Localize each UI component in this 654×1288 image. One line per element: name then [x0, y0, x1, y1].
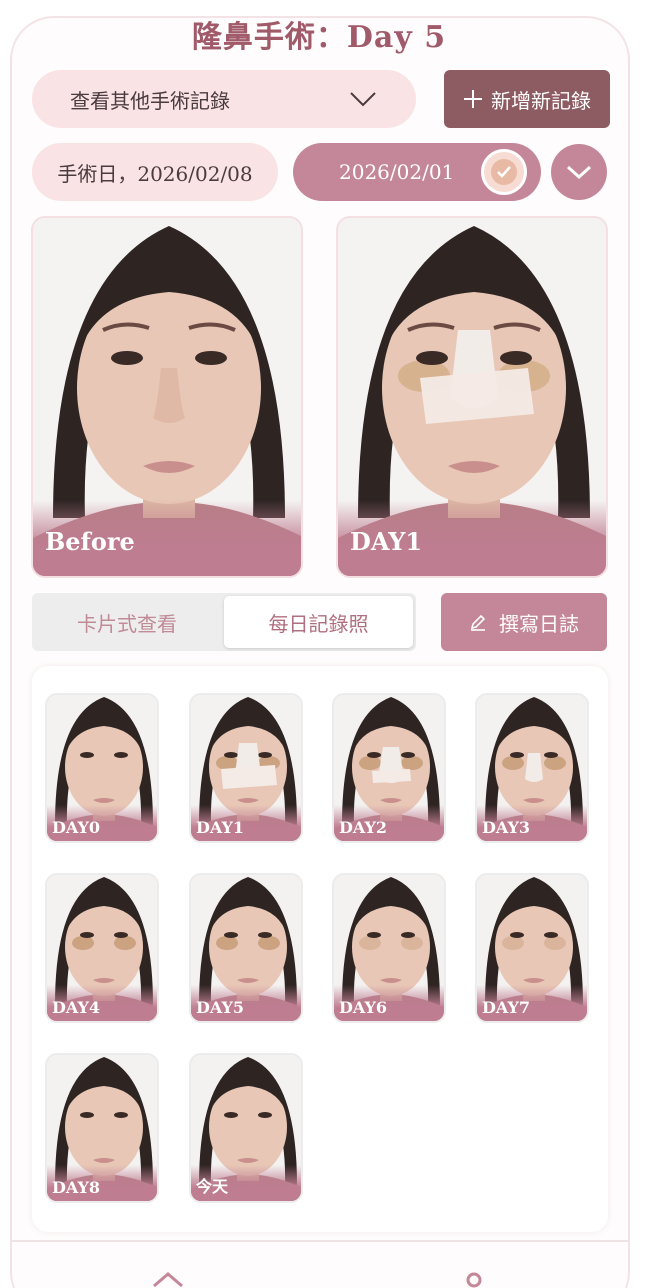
daily-photo-thumb[interactable]: DAY8	[45, 1053, 159, 1203]
confirm-date-button[interactable]	[481, 149, 527, 195]
expand-date-button[interactable]	[551, 144, 607, 200]
daily-photo-thumb[interactable]: DAY4	[45, 873, 159, 1023]
thumb-day-label: DAY8	[52, 1178, 101, 1197]
before-photo[interactable]: Before	[31, 216, 303, 578]
chevron-down-icon	[350, 92, 376, 107]
daily-photo-thumb[interactable]: 今天	[189, 1053, 303, 1203]
before-label: Before	[45, 527, 135, 556]
page-title: 隆鼻手術：Day 5	[191, 20, 447, 55]
bottom-nav-divider	[10, 1240, 630, 1242]
user-icon[interactable]	[462, 1270, 486, 1288]
check-circle-icon	[491, 159, 517, 185]
daily-photo-thumb[interactable]: DAY3	[475, 693, 589, 843]
thumb-day-label: DAY3	[482, 818, 531, 837]
daily-photo-thumb[interactable]: DAY6	[332, 873, 446, 1023]
daily-photo-thumb[interactable]: DAY7	[475, 873, 589, 1023]
thumb-day-label: DAY1	[196, 818, 245, 837]
add-record-label: 新增新記錄	[491, 88, 591, 113]
thumb-day-label: DAY0	[52, 818, 101, 837]
home-icon[interactable]	[150, 1270, 186, 1288]
view-toggle: 卡片式查看 每日記錄照	[32, 593, 416, 651]
thumb-day-label: DAY6	[339, 998, 388, 1017]
daily-photo-thumb[interactable]: DAY5	[189, 873, 303, 1023]
thumb-day-label: DAY4	[52, 998, 101, 1017]
thumb-day-label: DAY5	[196, 998, 245, 1017]
write-journal-button[interactable]: 撰寫日誌	[441, 593, 607, 651]
plus-icon	[464, 90, 482, 108]
add-record-button[interactable]: 新增新記錄	[444, 70, 610, 128]
tab-card-view[interactable]: 卡片式查看	[32, 593, 222, 651]
surgery-date-label: 手術日，2026/02/08	[57, 161, 253, 186]
daily-photo-thumb[interactable]: DAY0	[45, 693, 159, 843]
tab-daily-view[interactable]: 每日記錄照	[224, 596, 413, 648]
surgery-record-dropdown[interactable]: 查看其他手術記錄	[32, 70, 416, 128]
date-selector[interactable]: 2026/02/01	[293, 143, 541, 201]
selected-date: 2026/02/01	[339, 160, 455, 184]
pencil-icon	[470, 614, 486, 631]
chevron-down-icon	[566, 165, 592, 180]
thumb-day-label: 今天	[196, 1177, 229, 1196]
thumb-day-label: DAY7	[482, 998, 531, 1017]
daily-photo-thumb[interactable]: DAY2	[332, 693, 446, 843]
day1-photo[interactable]: DAY1	[336, 216, 608, 578]
thumb-day-label: DAY2	[339, 818, 388, 837]
journal-label: 撰寫日誌	[499, 611, 579, 636]
day1-label: DAY1	[350, 527, 423, 556]
surgery-date-badge: 手術日，2026/02/08	[32, 143, 278, 201]
daily-photo-thumb[interactable]: DAY1	[189, 693, 303, 843]
dropdown-label: 查看其他手術記錄	[70, 88, 230, 113]
